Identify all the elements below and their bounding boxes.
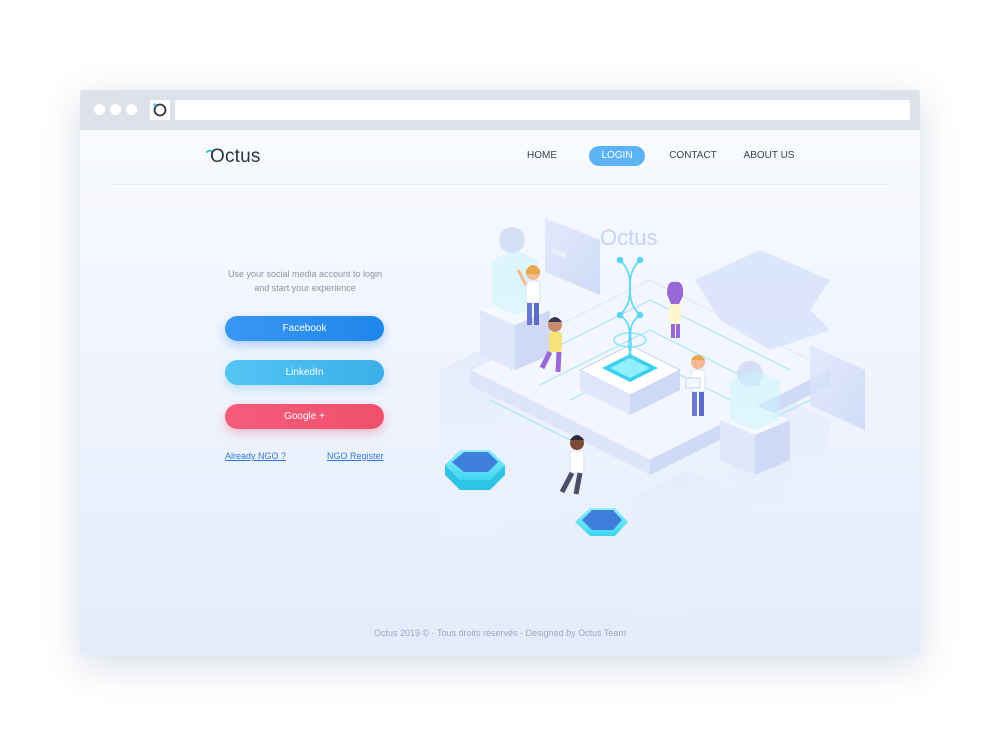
watermark-logo: Octus — [600, 225, 657, 250]
google-login-button[interactable]: Google + — [225, 404, 384, 429]
already-ngo-link[interactable]: Already NGO ? — [225, 451, 286, 461]
login-intro: Use your social media account to login a… — [220, 267, 390, 295]
browser-chrome — [80, 90, 920, 130]
nav-login[interactable]: LOGIN — [589, 146, 645, 166]
nav-contact[interactable]: CONTACT — [666, 146, 720, 166]
window-minimize-dot[interactable] — [110, 104, 121, 115]
linkedin-login-button[interactable]: LinkedIn — [225, 360, 384, 385]
favicon-icon — [150, 100, 170, 120]
browser-window: Octus HOME LOGIN CONTACT ABOUT US Use yo… — [80, 90, 920, 655]
nav-home[interactable]: HOME — [520, 146, 564, 166]
window-close-dot[interactable] — [94, 104, 105, 115]
facebook-login-button[interactable]: Facebook — [225, 316, 384, 341]
footer-text: Octus 2019 © - Tous droits réservés - De… — [374, 628, 626, 638]
sphere-decoration-left — [499, 227, 525, 253]
header-divider — [108, 184, 892, 185]
address-bar[interactable] — [175, 100, 910, 120]
person-sitting-dark — [559, 435, 585, 495]
ngo-register-link[interactable]: NGO Register — [327, 451, 384, 461]
intro-line-1: Use your social media account to login — [227, 269, 383, 279]
page-content: Octus HOME LOGIN CONTACT ABOUT US Use yo… — [80, 130, 920, 655]
window-maximize-dot[interactable] — [126, 104, 137, 115]
hexagon-pod-left — [445, 450, 505, 490]
nav-about-us[interactable]: ABOUT US — [741, 146, 797, 166]
isometric-illustration: Octus — [440, 218, 865, 620]
main-nav: HOME LOGIN CONTACT ABOUT US — [80, 146, 920, 166]
hexagon-pod-bottom — [575, 508, 628, 536]
pedestal-right — [720, 370, 790, 475]
pedestal-left — [480, 250, 550, 370]
intro-line-2: and start your experience — [254, 283, 356, 293]
